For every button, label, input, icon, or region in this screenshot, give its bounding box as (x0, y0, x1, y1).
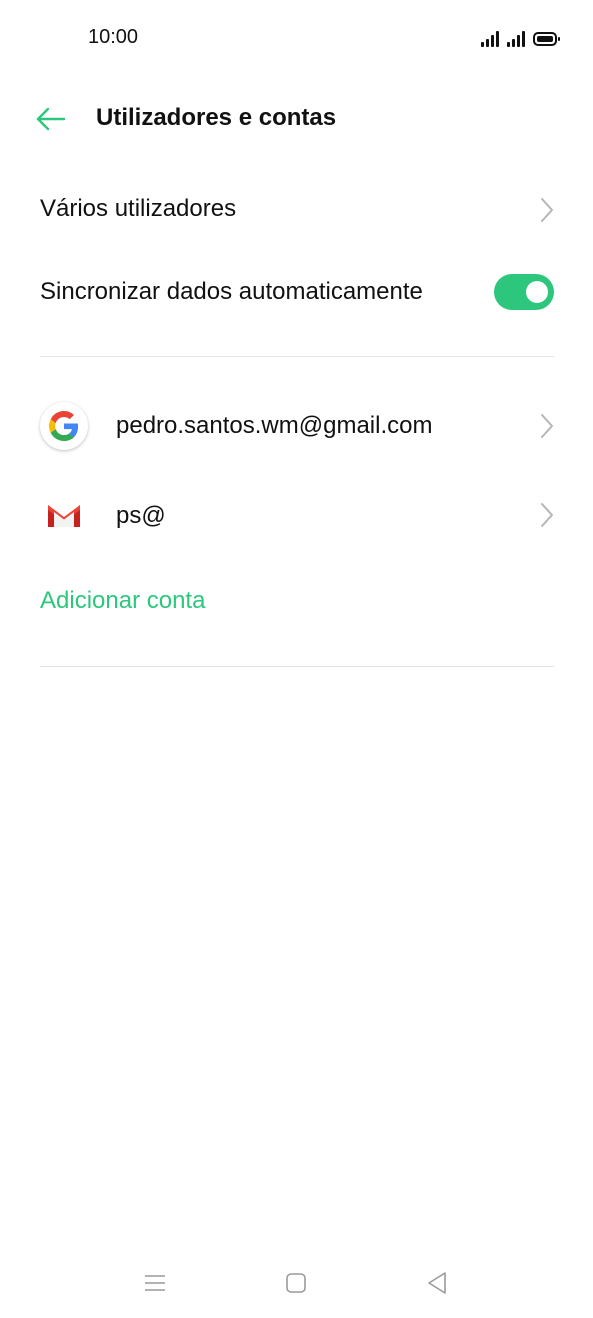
signal-icon-2 (507, 29, 525, 47)
auto-sync-row: Sincronizar dados automaticamente (0, 262, 593, 322)
multiple-users-row[interactable]: Vários utilizadores (0, 180, 593, 240)
arrow-left-icon[interactable] (34, 104, 68, 134)
chevron-right-icon (541, 414, 553, 438)
account-row-google[interactable]: pedro.santos.wm@gmail.com (0, 395, 593, 457)
home-icon[interactable] (281, 1268, 311, 1298)
divider (40, 666, 554, 667)
chevron-right-icon (541, 198, 553, 222)
status-time: 10:00 (88, 26, 139, 48)
add-account-button[interactable]: Adicionar conta (40, 587, 205, 615)
google-icon (40, 402, 88, 450)
chevron-right-icon (541, 503, 553, 527)
multiple-users-label: Vários utilizadores (40, 195, 237, 222)
auto-sync-toggle[interactable] (494, 274, 554, 310)
signal-icon (481, 29, 499, 47)
account-label: pedro.santos.wm@gmail.com (116, 412, 433, 439)
back-triangle-icon[interactable] (422, 1268, 452, 1298)
divider (40, 356, 554, 357)
menu-icon[interactable] (140, 1268, 170, 1298)
account-label: ps@ (116, 502, 166, 529)
account-row-gmail[interactable]: ps@ (0, 484, 593, 546)
page-title: Utilizadores e contas (96, 104, 337, 131)
gmail-icon (48, 505, 80, 527)
status-bar: 10:00 (0, 0, 593, 76)
status-icons (481, 27, 560, 47)
navigation-bar (0, 1250, 593, 1318)
auto-sync-label: Sincronizar dados automaticamente (40, 278, 423, 305)
toggle-knob (526, 281, 548, 303)
battery-icon (533, 32, 560, 46)
app-bar: Utilizadores e contas (0, 90, 593, 150)
